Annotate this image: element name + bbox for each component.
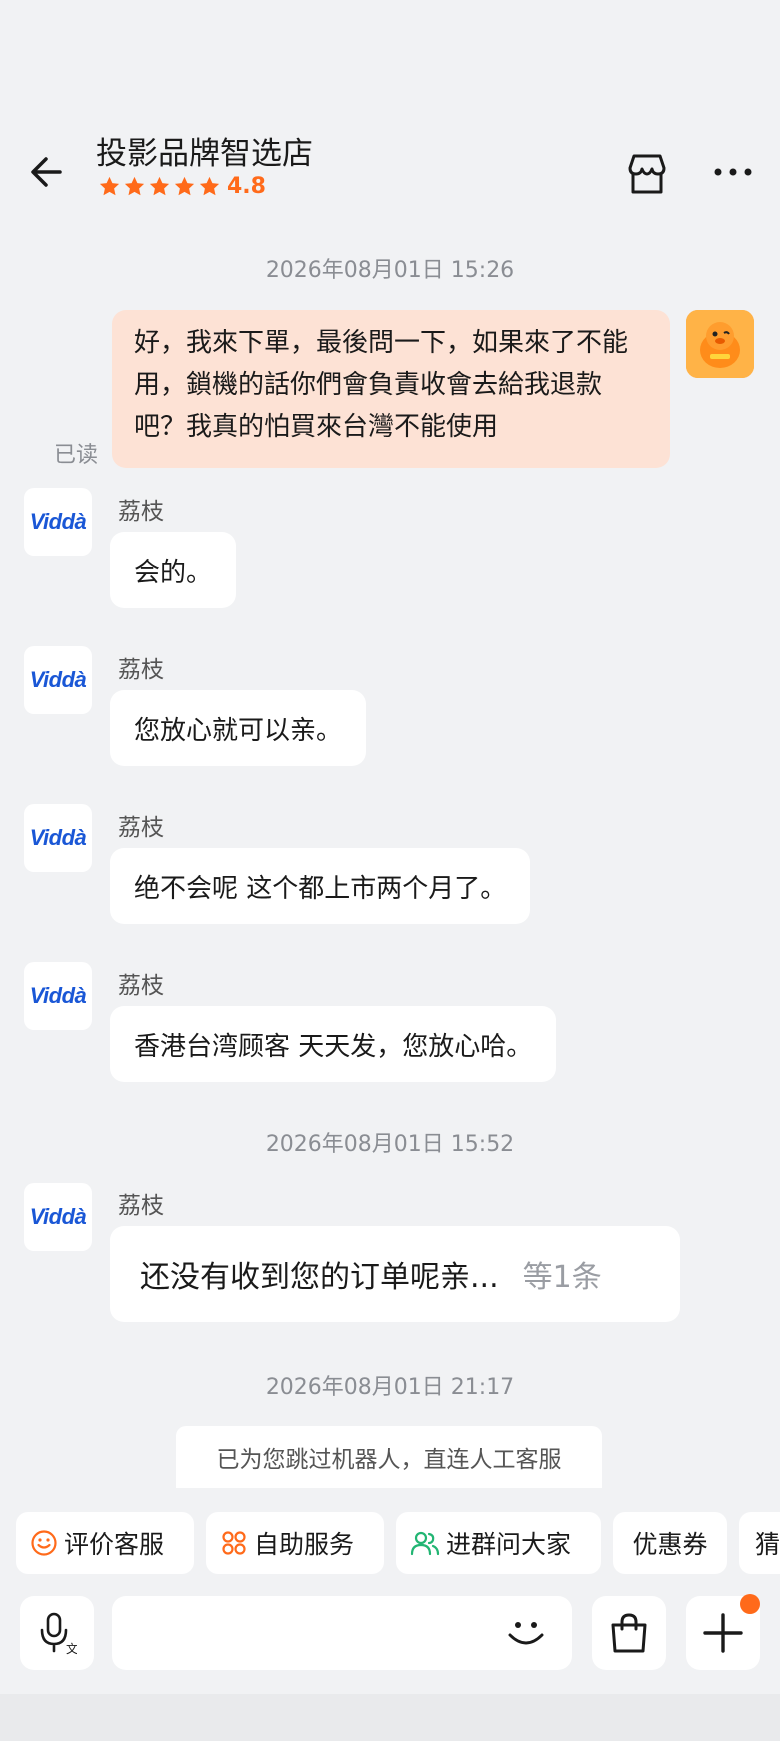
emoji-icon[interactable] (504, 1611, 548, 1655)
quick-action-group[interactable]: 进群问大家 (396, 1512, 601, 1574)
star-icon (199, 176, 220, 196)
user-avatar[interactable] (686, 310, 754, 378)
star-icon (124, 176, 145, 196)
agent-message-bubble[interactable]: 您放心就可以亲。 (110, 690, 367, 766)
quick-action-guess[interactable]: 猜 (739, 1512, 780, 1574)
quick-action-label: 自助服务 (254, 1530, 355, 1559)
rating-value: 4.8 (227, 174, 266, 199)
timestamp: 2026年08月01日 15:26 (265, 258, 515, 283)
vidda-logo: Viddà (29, 509, 87, 534)
quick-action-coupon[interactable]: 优惠券 (613, 1512, 727, 1574)
system-notice: 已为您跳过机器人，直连人工客服 (176, 1426, 602, 1488)
shop-name[interactable]: 投影品牌智选店 (96, 128, 313, 173)
shopping-bag-icon (611, 1613, 647, 1653)
read-status: 已读 (54, 443, 99, 468)
agent-avatar[interactable]: Viddà (24, 1183, 92, 1251)
more-options-icon[interactable] (712, 160, 754, 184)
products-button[interactable] (592, 1596, 666, 1670)
message-preview: 还没有收到您的订单呢亲... (140, 1260, 499, 1295)
store-icon[interactable] (624, 152, 670, 196)
agent-message-bubble[interactable]: 香港台湾顾客 天天发，您放心哈。 (110, 1006, 557, 1082)
agent-avatar[interactable]: Viddà (24, 962, 92, 1030)
vidda-logo: Viddà (29, 667, 87, 692)
message-input[interactable] (112, 1596, 572, 1670)
agent-avatar[interactable]: Viddà (24, 488, 92, 556)
chat-header: 投影品牌智选店 4.8 (0, 124, 780, 224)
grid-icon (222, 1531, 246, 1555)
svg-text:文: 文 (66, 1641, 77, 1655)
notification-dot (740, 1594, 760, 1614)
timestamp: 2026年08月01日 15:52 (265, 1132, 515, 1157)
star-icon (99, 176, 120, 196)
star-icon (149, 176, 170, 196)
status-bar (0, 0, 780, 124)
agent-avatar[interactable]: Viddà (24, 646, 92, 714)
vidda-logo: Viddà (29, 1204, 87, 1229)
sender-name: 荔枝 (118, 657, 164, 683)
star-icon (174, 176, 195, 196)
vidda-logo: Viddà (29, 825, 87, 850)
agent-avatar[interactable]: Viddà (24, 804, 92, 872)
quick-action-label: 评价客服 (64, 1530, 165, 1559)
collapsed-message-bubble[interactable]: 还没有收到您的订单呢亲... 等1条 (110, 1226, 680, 1322)
quick-action-label: 优惠券 (632, 1530, 708, 1559)
quick-action-label: 进群问大家 (446, 1530, 572, 1559)
agent-message-bubble[interactable]: 会的。 (110, 532, 237, 608)
more-messages-count[interactable]: 等1条 (523, 1252, 602, 1296)
navigation-bar (0, 1694, 780, 1741)
vidda-logo: Viddà (29, 983, 87, 1008)
quick-action-label: 猜 (755, 1530, 780, 1559)
sender-name: 荔枝 (118, 499, 164, 525)
my-message-bubble[interactable]: 好，我來下單，最後問一下，如果來了不能用，鎖機的話你們會負責收會去給我退款吧？我… (112, 310, 670, 468)
timestamp: 2026年08月01日 21:17 (265, 1375, 515, 1400)
plus-icon (703, 1613, 743, 1653)
microphone-icon: 文 (40, 1612, 77, 1655)
sender-name: 荔枝 (118, 973, 164, 999)
sender-name: 荔枝 (118, 815, 164, 841)
voice-to-text-button[interactable]: 文 (20, 1596, 94, 1670)
agent-message-bubble[interactable]: 绝不会呢 这个都上市两个月了。 (110, 848, 531, 924)
sender-name: 荔枝 (118, 1193, 164, 1219)
duck-mascot-icon (686, 310, 754, 378)
shop-rating: 4.8 (98, 174, 266, 199)
back-arrow-icon[interactable] (26, 150, 70, 194)
users-icon (410, 1531, 440, 1556)
quick-action-rate[interactable]: 评价客服 (16, 1512, 194, 1574)
smiley-icon (31, 1530, 57, 1556)
input-bar: 文 (0, 1590, 780, 1680)
quick-action-self-service[interactable]: 自助服务 (206, 1512, 384, 1574)
